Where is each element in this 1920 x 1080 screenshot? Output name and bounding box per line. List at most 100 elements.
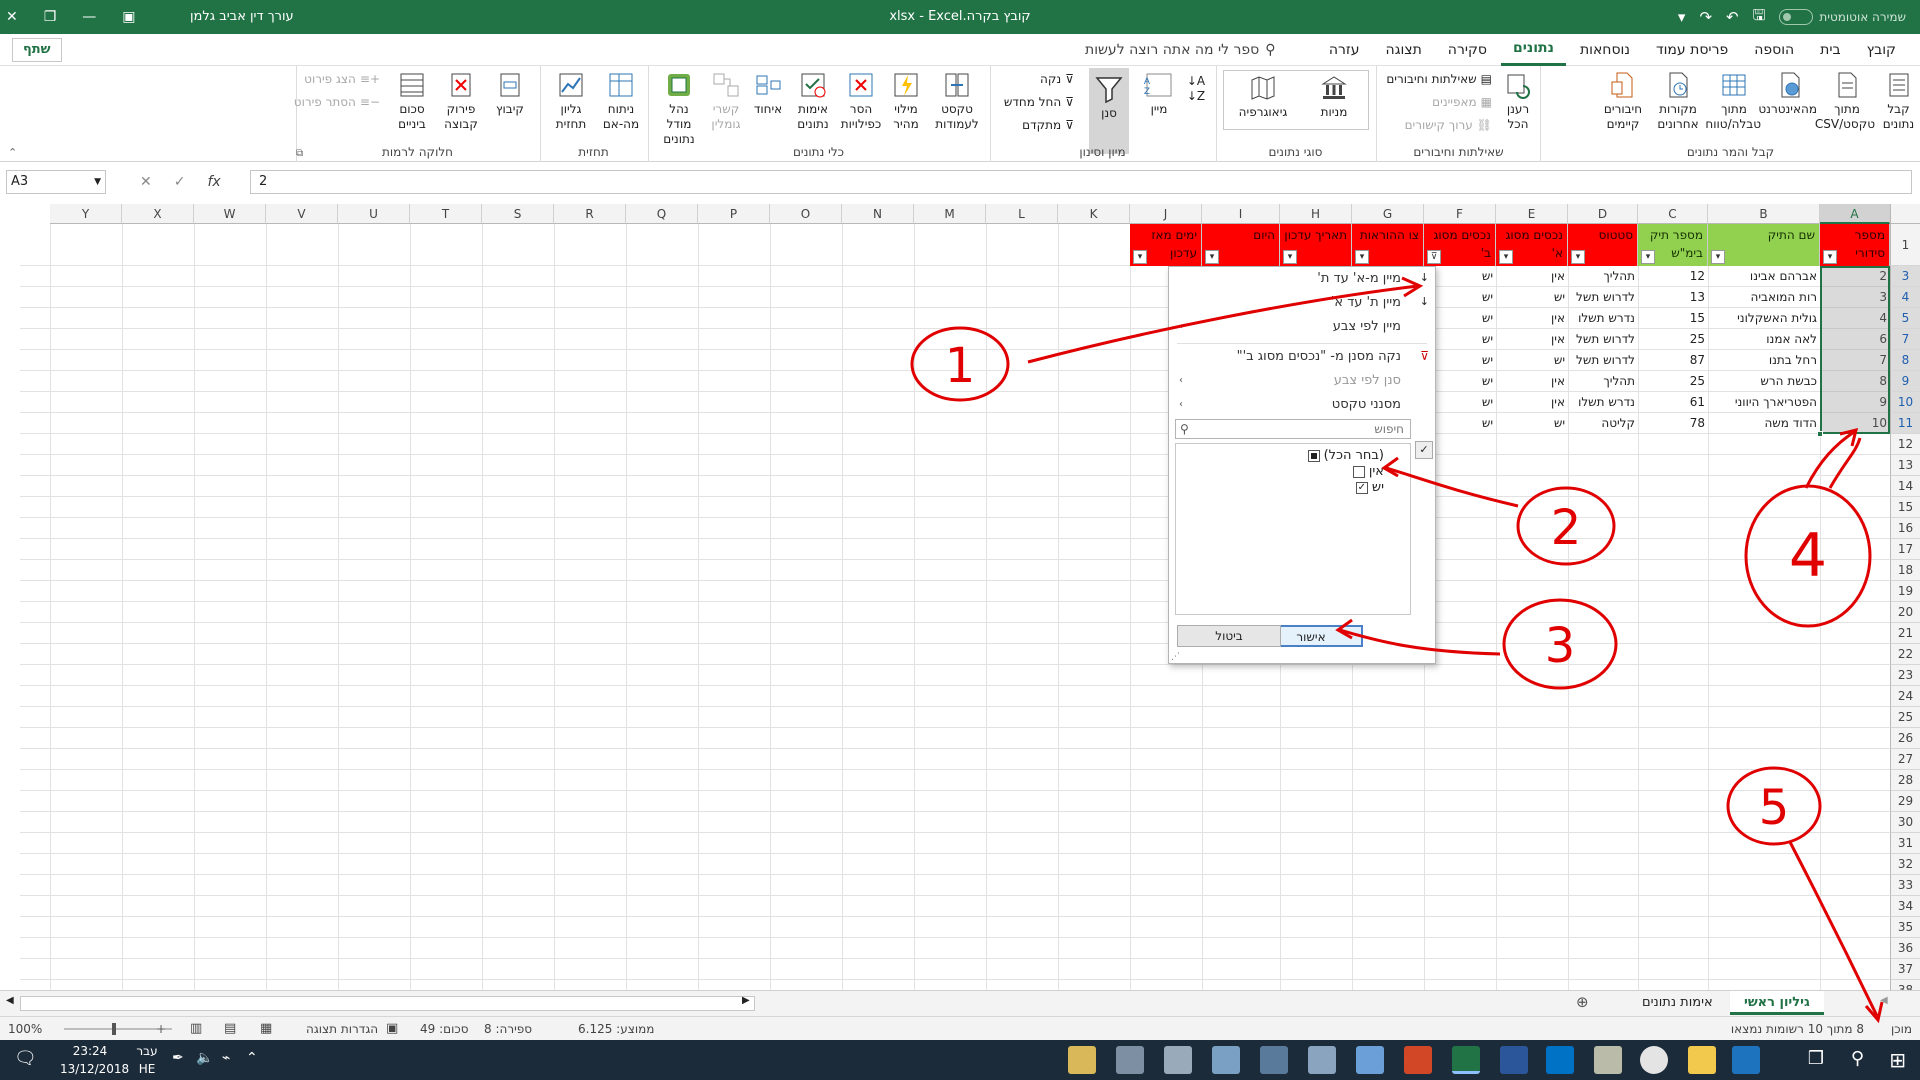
cell-e11[interactable]: יש bbox=[1496, 413, 1568, 434]
cancel-button[interactable]: ביטול bbox=[1177, 625, 1281, 647]
row-header-12[interactable]: 12 bbox=[1890, 434, 1920, 455]
column-header-x[interactable]: X bbox=[122, 204, 194, 224]
edge-icon[interactable] bbox=[1732, 1046, 1760, 1074]
refresh-all-button[interactable]: רענן הכל bbox=[1497, 70, 1539, 132]
formula-input[interactable]: 2 bbox=[250, 170, 1912, 194]
from-text-button[interactable]: מתוך טקסט/CSV bbox=[1815, 70, 1875, 132]
cell-d11[interactable]: קליטה bbox=[1568, 413, 1638, 434]
row-header-14[interactable]: 14 bbox=[1890, 476, 1920, 497]
app-icon[interactable] bbox=[1356, 1046, 1384, 1074]
explorer-icon[interactable] bbox=[1688, 1046, 1716, 1074]
row-header-8[interactable]: 8 bbox=[1890, 350, 1920, 371]
geography-button[interactable]: גיאוגרפיה bbox=[1230, 73, 1296, 120]
consolidate-button[interactable]: איחוד bbox=[749, 70, 787, 117]
row-header-13[interactable]: 13 bbox=[1890, 455, 1920, 476]
filter-dropdown-icon[interactable]: ▾ bbox=[1499, 250, 1513, 264]
volume-icon[interactable]: 🔈 bbox=[196, 1050, 213, 1066]
column-header-h[interactable]: H bbox=[1280, 204, 1352, 224]
filter-dropdown-icon[interactable]: ▾ bbox=[1133, 250, 1147, 264]
show-detail-button[interactable]: +≡ הצג פירוט bbox=[304, 72, 380, 86]
name-box[interactable]: A3 ▼ bbox=[6, 170, 106, 194]
row-header-32[interactable]: 32 bbox=[1890, 854, 1920, 875]
tab-review[interactable]: סקירה bbox=[1436, 34, 1499, 66]
column-header-c[interactable]: C bbox=[1638, 204, 1708, 224]
unchecked-checkbox-icon[interactable] bbox=[1352, 465, 1365, 478]
row-header-11[interactable]: 11 bbox=[1890, 413, 1920, 434]
row-header-10[interactable]: 10 bbox=[1890, 392, 1920, 413]
cell-d4[interactable]: לדרוש תשל bbox=[1568, 287, 1638, 308]
header-cell-j[interactable]: ימים מאז עדכון ▾ bbox=[1130, 224, 1202, 266]
partial-checkbox-icon[interactable] bbox=[1307, 449, 1320, 462]
cell-d5[interactable]: נדרש תשלו bbox=[1568, 308, 1638, 329]
collapse-ribbon-icon[interactable]: ⌃ bbox=[8, 146, 17, 159]
subtotal-button[interactable]: סכום ביניים bbox=[389, 70, 435, 132]
get-data-button[interactable]: קבל נתונים bbox=[1876, 70, 1920, 132]
word-icon[interactable] bbox=[1500, 1046, 1528, 1074]
cell-b8[interactable]: רחל בתנו bbox=[1708, 350, 1820, 371]
text-to-columns-button[interactable]: טקסט לעמודות bbox=[929, 70, 985, 132]
row-header-26[interactable]: 26 bbox=[1890, 728, 1920, 749]
filter-dropdown-icon[interactable]: ▾ bbox=[1283, 250, 1297, 264]
autosave-toggle[interactable]: שמירה אוטומטית bbox=[1779, 9, 1906, 25]
powerpoint-icon[interactable] bbox=[1404, 1046, 1432, 1074]
row-header-31[interactable]: 31 bbox=[1890, 833, 1920, 854]
tab-help[interactable]: עזרה bbox=[1317, 34, 1372, 66]
header-cell-g[interactable]: צו ההוראות ▾ bbox=[1352, 224, 1424, 266]
sheet-tab-validation[interactable]: אימות נתונים bbox=[1628, 991, 1727, 1015]
cell-d10[interactable]: נדרש תשלו bbox=[1568, 392, 1638, 413]
relationships-button[interactable]: קשרי גומלין bbox=[705, 70, 747, 132]
cell-b4[interactable]: רות המואביה bbox=[1708, 287, 1820, 308]
row-header-17[interactable]: 17 bbox=[1890, 539, 1920, 560]
column-header-y[interactable]: Y bbox=[50, 204, 122, 224]
app-icon[interactable] bbox=[1212, 1046, 1240, 1074]
cell-e9[interactable]: אין bbox=[1496, 371, 1568, 392]
tab-insert[interactable]: הוספה bbox=[1742, 34, 1806, 66]
cell-c10[interactable]: 61 bbox=[1638, 392, 1708, 413]
clock[interactable]: 23:24 13/12/2018 bbox=[60, 1042, 129, 1078]
header-cell-b[interactable]: שם התיק ▾ bbox=[1708, 224, 1820, 266]
clear-filter-button[interactable]: ⊽ נקה bbox=[1040, 72, 1074, 86]
app-icon[interactable] bbox=[1260, 1046, 1288, 1074]
fill-handle[interactable] bbox=[1817, 431, 1823, 437]
row-header-34[interactable]: 34 bbox=[1890, 896, 1920, 917]
filter-dropdown-icon[interactable]: ▾ bbox=[1205, 250, 1219, 264]
tab-view[interactable]: תצוגה bbox=[1374, 34, 1434, 66]
column-header-s[interactable]: S bbox=[482, 204, 554, 224]
header-cell-d[interactable]: סטטוס ▾ bbox=[1568, 224, 1638, 266]
header-cell-i[interactable]: היום ▾ bbox=[1202, 224, 1280, 266]
cell-c7[interactable]: 25 bbox=[1638, 329, 1708, 350]
advanced-filter-button[interactable]: ⊽ מתקדם bbox=[1022, 118, 1074, 132]
tab-file[interactable]: קובץ bbox=[1855, 34, 1908, 66]
filter-dropdown-icon[interactable]: ▾ bbox=[1355, 250, 1369, 264]
cell-e10[interactable]: אין bbox=[1496, 392, 1568, 413]
windows-start-icon[interactable]: ⊞ bbox=[1889, 1048, 1906, 1072]
sort-az-button[interactable]: A↓ Z↓ bbox=[1183, 74, 1209, 104]
cancel-icon[interactable]: ✕ bbox=[140, 174, 152, 190]
sheet-tab-main[interactable]: גיליון ראשי bbox=[1730, 991, 1824, 1015]
data-validation-button[interactable]: אימות נתונים bbox=[789, 70, 837, 132]
header-cell-c[interactable]: מספר תיק בימ"ש ▾ bbox=[1638, 224, 1708, 266]
stocks-button[interactable]: מניות bbox=[1306, 73, 1362, 120]
normal-view-icon[interactable]: ▦ bbox=[260, 1017, 272, 1041]
column-header-m[interactable]: M bbox=[914, 204, 986, 224]
tell-me-search[interactable]: ⚲ ספר לי מה אתה רוצה לעשות bbox=[1085, 34, 1276, 66]
cell-e7[interactable]: אין bbox=[1496, 329, 1568, 350]
filter-button[interactable]: סנן bbox=[1089, 68, 1129, 154]
group-button[interactable]: קיבוץ bbox=[487, 70, 533, 117]
column-header-b[interactable]: B bbox=[1708, 204, 1820, 224]
user-name[interactable]: עורך דין אביב גלמן bbox=[190, 0, 294, 34]
row-header-5[interactable]: 5 bbox=[1890, 308, 1920, 329]
filter-by-color-item[interactable]: סנן לפי צבע bbox=[1334, 373, 1401, 388]
app-icon[interactable] bbox=[1068, 1046, 1096, 1074]
header-cell-h[interactable]: תאריך עדכון ▾ bbox=[1280, 224, 1352, 266]
row-header-9[interactable]: 9 bbox=[1890, 371, 1920, 392]
queries-connections-button[interactable]: ▤ שאילתות וחיבורים bbox=[1386, 72, 1492, 86]
column-header-t[interactable]: T bbox=[410, 204, 482, 224]
column-header-r[interactable]: R bbox=[554, 204, 626, 224]
flash-fill-button[interactable]: מילוי מהיר bbox=[885, 70, 927, 132]
row-header-23[interactable]: 23 bbox=[1890, 665, 1920, 686]
sort-a-to-z-item[interactable]: מיין מ-א' עד ת' bbox=[1317, 271, 1401, 286]
column-header-g[interactable]: G bbox=[1352, 204, 1424, 224]
select-all-corner[interactable] bbox=[1890, 204, 1920, 224]
share-button[interactable]: שתף bbox=[12, 38, 62, 62]
